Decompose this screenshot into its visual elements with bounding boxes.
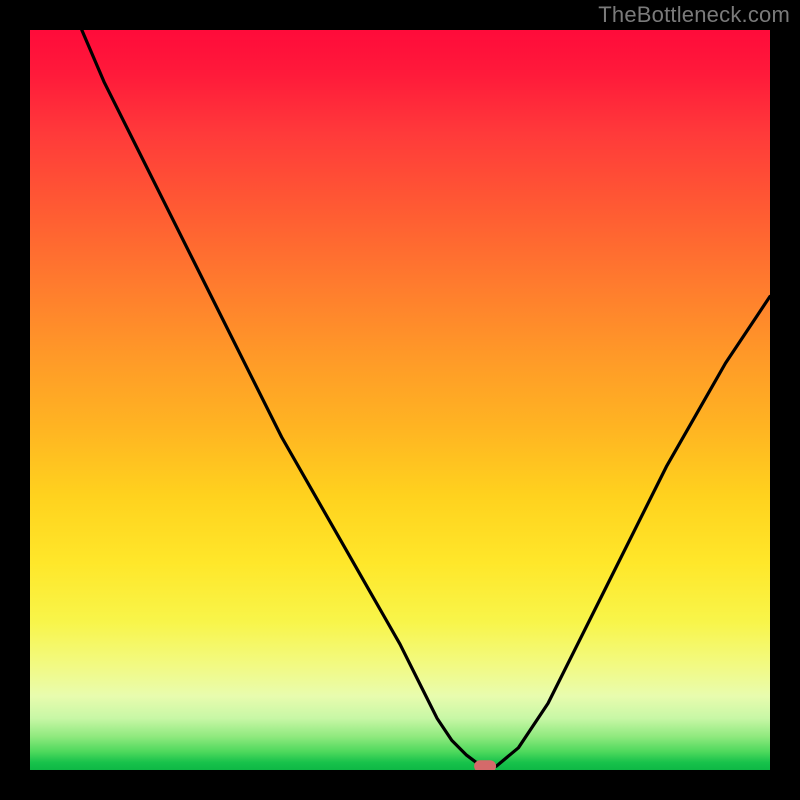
bottleneck-curve <box>82 30 770 766</box>
optimal-point-marker <box>474 760 496 770</box>
chart-frame: TheBottleneck.com <box>0 0 800 800</box>
curve-svg <box>30 30 770 770</box>
watermark-text: TheBottleneck.com <box>598 2 790 28</box>
plot-area <box>30 30 770 770</box>
